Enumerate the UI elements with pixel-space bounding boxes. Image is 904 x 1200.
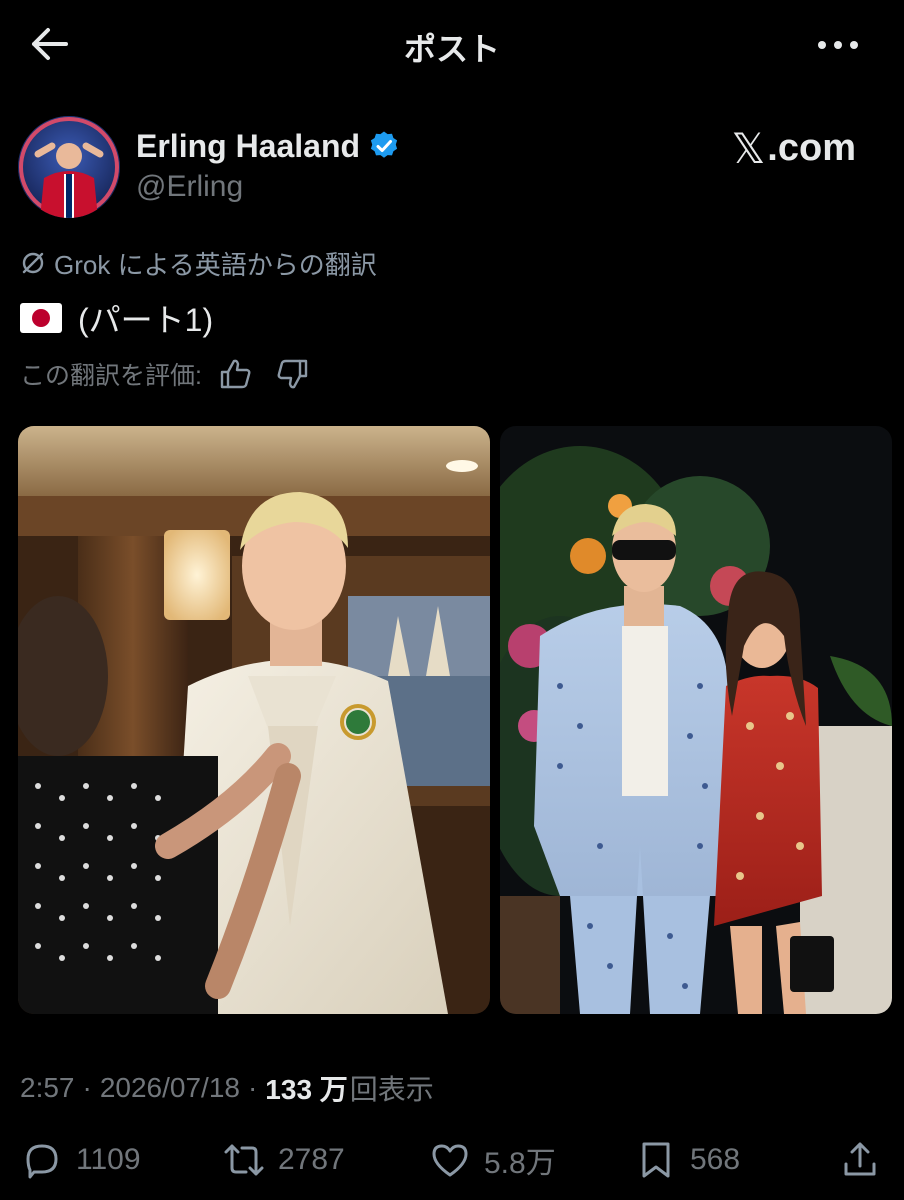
like-button[interactable]: 5.8万 [428, 1132, 556, 1188]
media-photo-1[interactable] [18, 426, 490, 1014]
translation-notice: Grok による英語からの翻訳 [20, 246, 377, 280]
x-logo: 𝕏 [731, 125, 766, 172]
bookmark-icon [642, 1142, 670, 1178]
share-icon [844, 1142, 876, 1176]
post-date[interactable]: 2026/07/18 [100, 1072, 240, 1104]
bookmark-button[interactable]: 568 [634, 1132, 740, 1188]
thumbs-up-icon[interactable] [218, 356, 254, 392]
author-name[interactable]: Erling Haaland [136, 128, 360, 165]
post-meta: 2:57 · 2026/07/18 · 133 万 回表示 [20, 1068, 434, 1108]
brand-domain: .com [767, 127, 856, 169]
views-count[interactable]: 133 万 [265, 1068, 348, 1108]
heart-icon [432, 1144, 468, 1177]
meta-separator: · [247, 1072, 258, 1103]
more-options-icon[interactable] [816, 30, 860, 60]
views-label: 回表示 [349, 1074, 434, 1105]
post-time[interactable]: 2:57 [20, 1072, 75, 1104]
action-bar: 1109 2787 5.8万 568 [0, 1132, 904, 1188]
post-text: (パート1) [20, 296, 213, 340]
author-avatar[interactable] [18, 116, 120, 218]
author-handle[interactable]: @Erling [136, 170, 243, 204]
reply-button[interactable]: 1109 [20, 1132, 141, 1188]
japan-flag-icon [20, 303, 62, 333]
author-name-row: Erling Haaland [136, 126, 400, 166]
reply-icon [26, 1144, 58, 1179]
top-bar: ポスト [0, 0, 904, 90]
x-com-watermark: 𝕏 .com [731, 124, 856, 173]
page-title: ポスト [403, 31, 500, 67]
translate-icon [22, 252, 44, 274]
repost-count: 2787 [278, 1143, 345, 1176]
post-detail-screen: ポスト Erling Haaland @Erling 𝕏 .com Grok に… [0, 0, 904, 1200]
meta-separator: · [82, 1072, 92, 1103]
rate-label: この翻訳を評価: [20, 362, 202, 390]
reply-count: 1109 [76, 1143, 141, 1176]
media-photo-2[interactable] [500, 426, 892, 1014]
like-count: 5.8万 [484, 1147, 556, 1180]
bookmark-count: 568 [690, 1143, 741, 1176]
back-arrow-icon[interactable] [30, 26, 70, 62]
rate-translation: この翻訳を評価: [20, 356, 310, 392]
verified-badge-icon [370, 131, 398, 158]
thumbs-down-icon[interactable] [274, 356, 310, 392]
post-body: (パート1) [78, 302, 214, 338]
repost-icon [224, 1144, 264, 1176]
translation-label: Grok による英語からの翻訳 [54, 249, 377, 280]
share-button[interactable] [838, 1132, 882, 1188]
repost-button[interactable]: 2787 [222, 1132, 345, 1188]
